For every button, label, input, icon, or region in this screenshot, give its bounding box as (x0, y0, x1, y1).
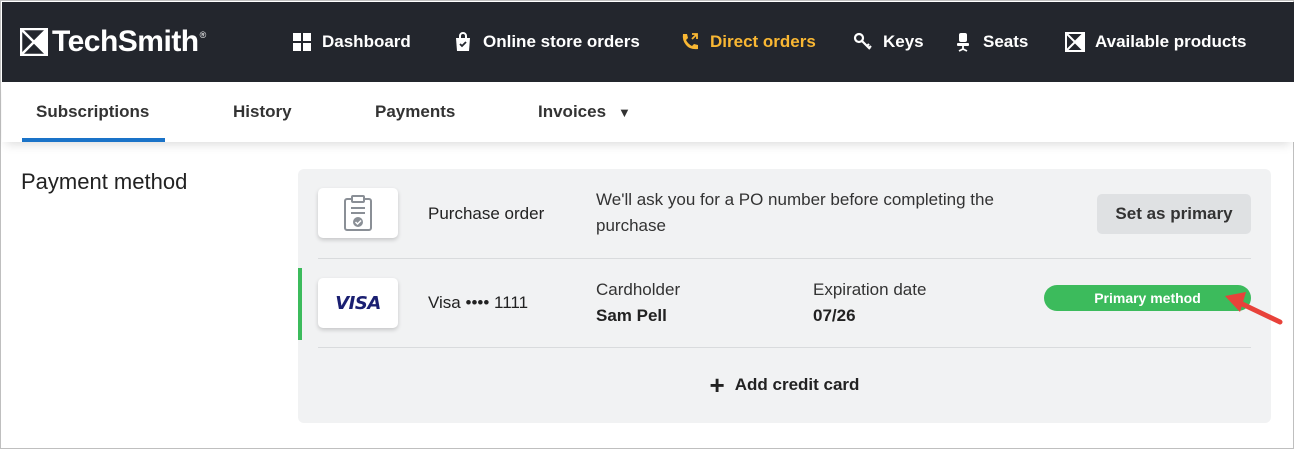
dropdown-caret-icon: ▼ (618, 104, 631, 120)
cardholder-value: Sam Pell (596, 306, 667, 325)
nav-dashboard[interactable]: Dashboard (292, 2, 411, 82)
nav-dashboard-label: Dashboard (322, 32, 411, 51)
dashboard-grid-icon (293, 33, 311, 51)
purchase-order-description: We'll ask you for a PO number before com… (596, 190, 994, 235)
expiration-label: Expiration date (813, 280, 927, 299)
tab-history[interactable]: History (233, 82, 292, 142)
tab-payments-label: Payments (375, 102, 456, 121)
payment-method-row-purchase-order: Purchase order We'll ask you for a PO nu… (298, 169, 1271, 258)
nav-seats[interactable]: Seats (953, 2, 1028, 82)
shopping-bag-icon (456, 32, 470, 51)
add-credit-card-button[interactable]: + Add credit card (298, 347, 1271, 423)
nav-keys[interactable]: Keys (853, 2, 924, 82)
key-icon (853, 32, 872, 50)
brand-name: TechSmith (52, 25, 199, 58)
plus-icon: + (709, 370, 725, 400)
tab-payments[interactable]: Payments (375, 82, 455, 142)
payment-methods-panel: Purchase order We'll ask you for a PO nu… (298, 169, 1271, 423)
nav-direct-orders[interactable]: Direct orders (680, 2, 816, 82)
cardholder-label: Cardholder (596, 280, 681, 299)
clipboard-check-icon (344, 195, 372, 231)
techsmith-products-icon (1065, 32, 1085, 52)
primary-indicator-bar (298, 268, 302, 340)
techsmith-logo[interactable]: TechSmith ® (20, 24, 206, 60)
nav-seats-label: Seats (983, 32, 1029, 51)
set-as-primary-button[interactable]: Set as primary (1097, 194, 1251, 234)
subscription-tabs: Subscriptions History Payments Invoices … (2, 82, 1294, 142)
top-navigation-bar: TechSmith ® Dashboard Online store order… (2, 2, 1294, 82)
purchase-order-name: Purchase order (428, 204, 545, 223)
techsmith-logo-icon (20, 28, 48, 56)
tab-history-label: History (233, 102, 292, 121)
purchase-order-card-icon (318, 188, 398, 238)
nav-available-products-label: Available products (1095, 32, 1247, 51)
phone-icon (682, 33, 698, 50)
chair-icon (957, 33, 969, 52)
nav-keys-label: Keys (883, 32, 924, 51)
nav-direct-orders-label: Direct orders (710, 32, 816, 51)
annotation-arrow-icon (1225, 292, 1283, 325)
visa-card-icon: VISA (318, 278, 398, 328)
nav-online-store-orders-label: Online store orders (483, 32, 640, 51)
section-title: Payment method (21, 169, 188, 194)
nav-online-store-orders[interactable]: Online store orders (453, 2, 640, 82)
registered-mark: ® (199, 30, 207, 40)
nav-available-products[interactable]: Available products (1065, 2, 1246, 82)
visa-logo: VISA (335, 292, 381, 314)
tab-subscriptions-label: Subscriptions (36, 102, 150, 121)
add-credit-card-label: Add credit card (734, 375, 860, 394)
visa-card-name: Visa •••• 1111 (428, 293, 529, 312)
payment-method-row-visa: VISA Visa •••• 1111 Cardholder Sam Pell … (298, 258, 1271, 347)
tab-subscriptions[interactable]: Subscriptions (21, 82, 166, 142)
expiration-value: 07/26 (813, 306, 856, 325)
tab-invoices[interactable]: Invoices ▼ (538, 82, 631, 142)
tab-invoices-label: Invoices (538, 102, 607, 121)
